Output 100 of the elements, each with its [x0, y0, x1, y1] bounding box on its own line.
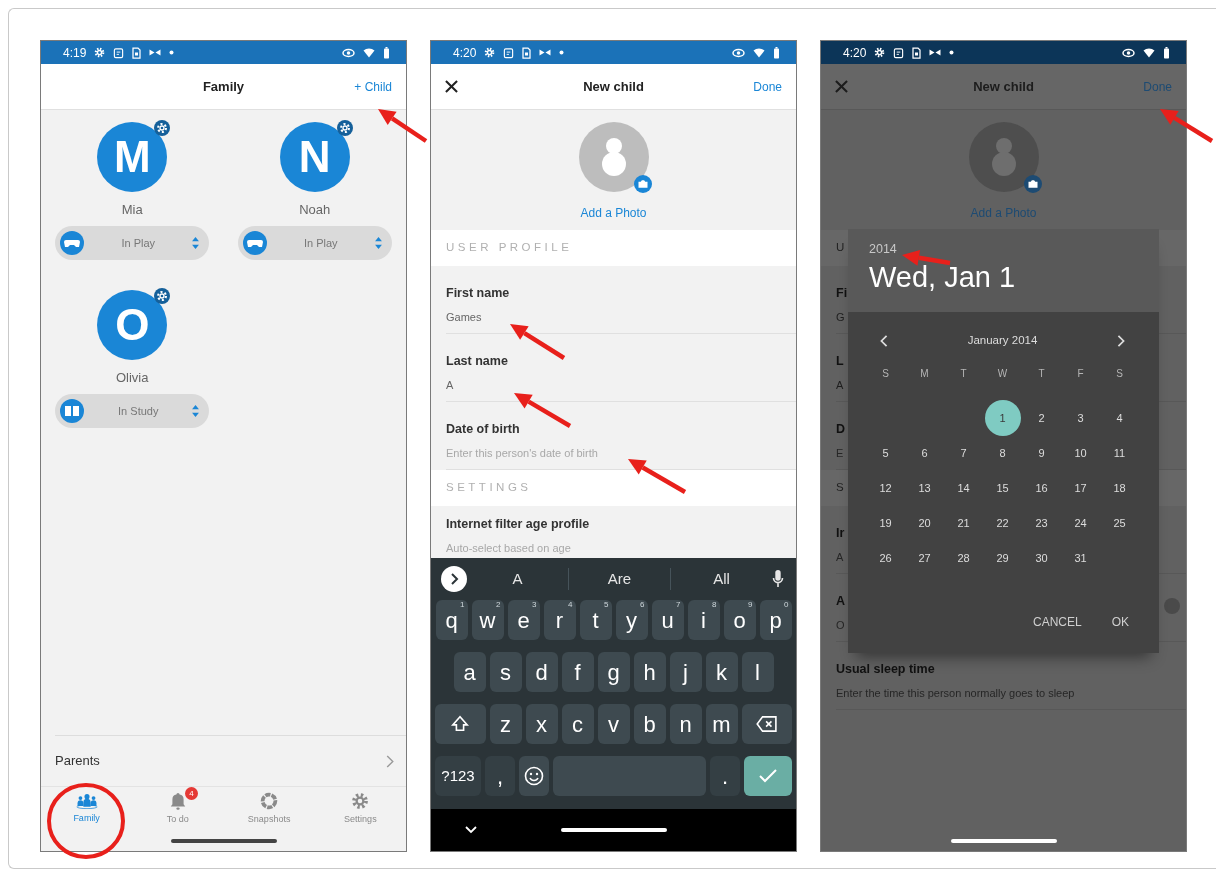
screen-title: Family	[201, 77, 246, 96]
shift-key[interactable]	[435, 704, 486, 744]
keyboard-key[interactable]: o 9	[723, 600, 756, 640]
key-hint: 0	[784, 600, 789, 610]
keyboard-key[interactable]: d	[525, 652, 558, 692]
keyboard-key[interactable]: m	[705, 704, 738, 744]
calendar-day[interactable]: 5	[867, 434, 904, 471]
enter-key[interactable]	[744, 756, 792, 796]
calendar-day[interactable]: 23	[1023, 504, 1060, 541]
keyboard-key[interactable]: k	[705, 652, 738, 692]
keyboard-key[interactable]: g	[597, 652, 630, 692]
calendar-icon	[893, 46, 905, 59]
nav-tab[interactable]: Family	[41, 787, 133, 831]
symbols-key[interactable]: ?123	[435, 756, 481, 796]
keyboard-key[interactable]: b	[633, 704, 666, 744]
key-hint: 2	[496, 600, 501, 610]
calendar-day[interactable]: 15	[984, 469, 1021, 506]
calendar-day[interactable]: 3	[1062, 399, 1099, 436]
year-label[interactable]: 2014	[869, 241, 1139, 257]
dialog-button[interactable]: CANCEL	[1022, 605, 1092, 639]
chevron-down-icon[interactable]	[465, 826, 477, 834]
calendar-day[interactable]: 28	[945, 539, 982, 576]
parents-row[interactable]: Parents	[55, 735, 406, 786]
calendar-day[interactable]: 16	[1023, 469, 1060, 506]
keyboard-key[interactable]: q 1	[435, 600, 468, 640]
calendar-day[interactable]: 11	[1101, 434, 1138, 471]
calendar-day[interactable]: 21	[945, 504, 982, 541]
keyboard-key[interactable]: y 6	[615, 600, 648, 640]
period-key[interactable]: .	[710, 756, 740, 796]
nav-tab[interactable]: 4 To do	[132, 787, 224, 831]
keyboard-key[interactable]: p 0	[759, 600, 792, 640]
gear-icon	[351, 791, 370, 810]
keyboard-key[interactable]: t 5	[579, 600, 612, 640]
suggestion-button[interactable]: A	[467, 567, 568, 591]
calendar-day[interactable]: 24	[1062, 504, 1099, 541]
keyboard-key[interactable]: u 7	[651, 600, 684, 640]
weekday-label: M	[919, 367, 930, 382]
add-child-button[interactable]: + Child	[354, 77, 392, 96]
keyboard-key[interactable]: r 4	[543, 600, 576, 640]
chevron-right-icon[interactable]	[1117, 334, 1125, 347]
keyboard-key[interactable]: a	[453, 652, 486, 692]
weekday-label: S	[881, 367, 890, 382]
gamepad-icon	[60, 231, 85, 255]
calendar-day[interactable]: 17	[1062, 469, 1099, 506]
add-photo-link[interactable]: Add a Photo	[580, 204, 647, 222]
suggestion-button[interactable]: Are	[569, 567, 670, 591]
suggestion-button[interactable]: All	[671, 567, 772, 591]
field-value[interactable]: A	[446, 378, 796, 392]
calendar-day[interactable]: 31	[1062, 539, 1099, 576]
chevron-left-icon[interactable]	[880, 334, 888, 347]
calendar-day[interactable]: 12	[867, 469, 904, 506]
field-label: Usual sleep time	[836, 661, 935, 677]
calendar-day[interactable]: 27	[906, 539, 943, 576]
calendar-day[interactable]: 9	[1023, 434, 1060, 471]
calendar-day[interactable]: 1	[984, 399, 1021, 436]
calendar-day[interactable]: 4	[1101, 399, 1138, 436]
microphone-icon[interactable]	[772, 570, 784, 588]
expand-suggestions-icon[interactable]	[441, 566, 467, 592]
calendar-day[interactable]: 2	[1023, 399, 1060, 436]
calendar-day[interactable]: 8	[984, 434, 1021, 471]
keyboard-key[interactable]: i 8	[687, 600, 720, 640]
calendar-day[interactable]: 26	[867, 539, 904, 576]
screen-title: New child	[972, 77, 1035, 96]
keyboard-key[interactable]: n	[669, 704, 702, 744]
calendar-day[interactable]: 10	[1062, 434, 1099, 471]
keyboard-key[interactable]: v	[597, 704, 630, 744]
calendar-day[interactable]: 13	[906, 469, 943, 506]
toggle-switch[interactable]	[1164, 598, 1180, 614]
weekday-label: T	[1037, 367, 1046, 382]
calendar-day[interactable]: 25	[1101, 504, 1138, 541]
calendar-day[interactable]: 29	[984, 539, 1021, 576]
backspace-key[interactable]	[741, 704, 792, 744]
keyboard-key[interactable]: e 3	[507, 600, 540, 640]
calendar-day[interactable]: 18	[1101, 469, 1138, 506]
keyboard-key[interactable]: l	[741, 652, 774, 692]
calendar-day[interactable]: 30	[1023, 539, 1060, 576]
calendar-day[interactable]: 14	[945, 469, 982, 506]
keyboard-key[interactable]: c	[561, 704, 594, 744]
emoji-key[interactable]	[519, 756, 549, 796]
checkmark-icon	[759, 769, 777, 783]
camera-badge-icon[interactable]	[633, 175, 652, 193]
dialog-button[interactable]: OK	[1101, 605, 1139, 639]
calendar-day[interactable]: 20	[906, 504, 943, 541]
annotation-arrow	[902, 249, 951, 266]
done-button[interactable]: Done	[753, 77, 782, 96]
keyboard-key[interactable]: w 2	[471, 600, 504, 640]
keyboard-key[interactable]: x	[525, 704, 558, 744]
calendar-day[interactable]: 19	[867, 504, 904, 541]
comma-key[interactable]: ,	[485, 756, 515, 796]
keyboard-key[interactable]: j	[669, 652, 702, 692]
camera-badge-icon[interactable]	[1023, 175, 1042, 193]
keyboard-key[interactable]: f	[561, 652, 594, 692]
calendar-day[interactable]: 22	[984, 504, 1021, 541]
field-value[interactable]: Games	[446, 310, 796, 324]
keyboard-key[interactable]: s	[489, 652, 522, 692]
close-icon[interactable]	[445, 80, 458, 93]
keyboard-key[interactable]: z	[489, 704, 522, 744]
keyboard-key[interactable]: h	[633, 652, 666, 692]
calendar-day[interactable]: 7	[945, 434, 982, 471]
calendar-day[interactable]: 6	[906, 434, 943, 471]
